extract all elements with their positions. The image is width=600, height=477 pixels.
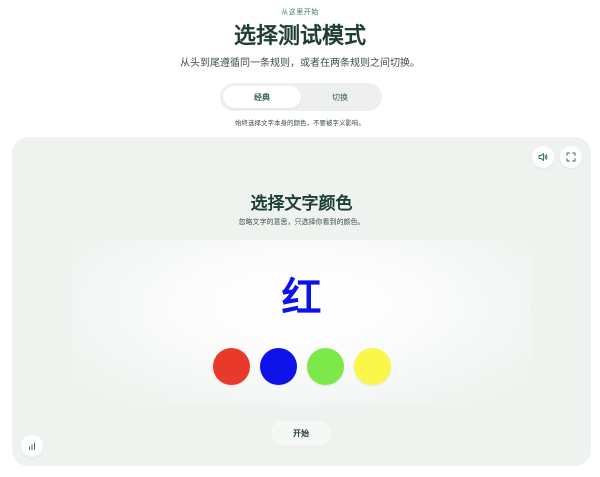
color-options	[72, 348, 531, 385]
fullscreen-icon	[566, 152, 576, 162]
game-instruction: 忽略文字的意思，只选择你看到的颜色。	[238, 218, 365, 226]
volume-icon	[538, 152, 548, 162]
tab-switch[interactable]: 切换	[301, 86, 379, 108]
section-eyebrow: 从这里开始	[281, 8, 319, 16]
stimulus-stage: 红	[72, 240, 531, 405]
color-option-yellow[interactable]	[353, 348, 391, 385]
color-option-blue[interactable]	[259, 348, 297, 385]
stats-button[interactable]	[21, 435, 43, 457]
start-button[interactable]: 开始	[271, 421, 331, 445]
sound-toggle-button[interactable]	[532, 146, 554, 168]
bar-chart-icon	[27, 441, 37, 451]
game-title: 选择文字颜色	[250, 194, 353, 214]
mode-switch: 经典 切换	[220, 83, 382, 111]
stimulus-word: 红	[281, 275, 322, 321]
color-option-red[interactable]	[212, 348, 250, 385]
color-option-green[interactable]	[306, 348, 344, 385]
mode-hint: 始终选择文字本身的颜色，不要被字义影响。	[235, 119, 365, 127]
fullscreen-button[interactable]	[560, 146, 582, 168]
page-title: 选择测试模式	[233, 24, 366, 49]
page-subtitle: 从头到尾遵循同一条规则，或者在两条规则之间切换。	[180, 58, 420, 69]
tab-classic[interactable]: 经典	[223, 86, 301, 108]
game-card: 选择文字颜色 忽略文字的意思，只选择你看到的颜色。 红 开始	[12, 137, 591, 466]
